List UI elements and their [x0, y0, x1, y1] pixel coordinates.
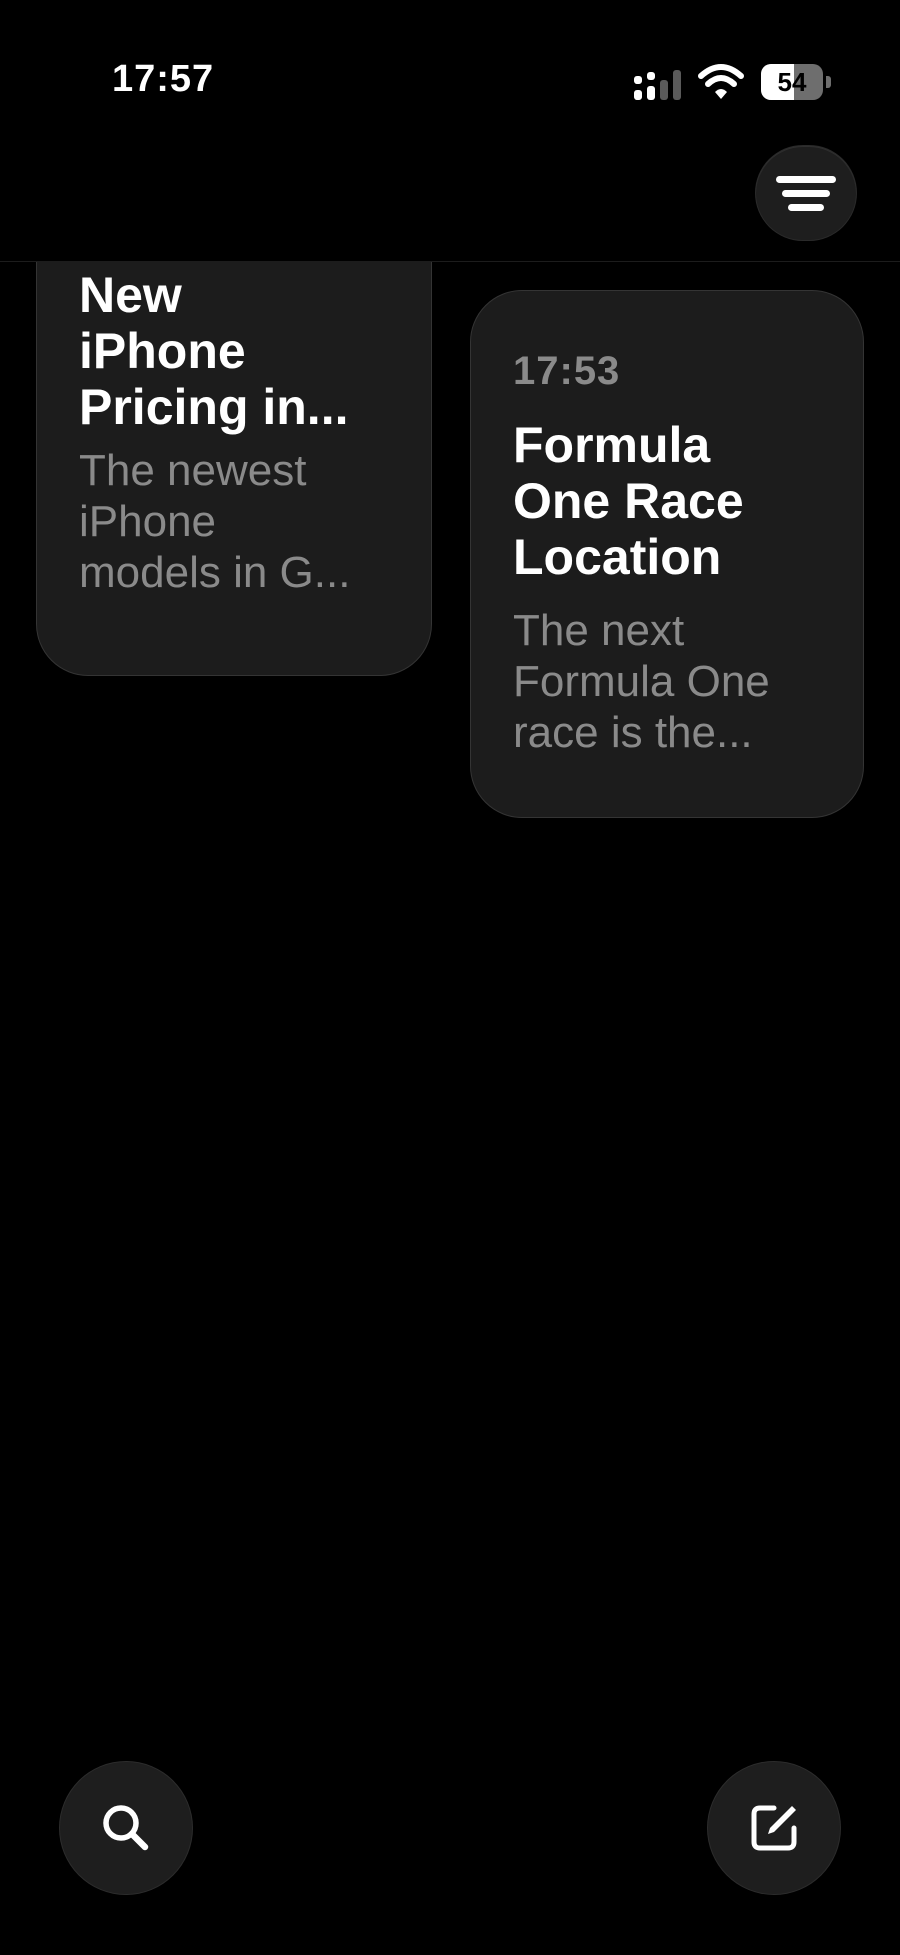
note-preview: The newest iPhone models in G...	[79, 446, 351, 597]
battery-percent: 54	[777, 67, 807, 97]
compose-button[interactable]	[708, 1762, 840, 1894]
note-title: New iPhone Pricing in...	[79, 267, 349, 435]
note-title: Formula One Race Location	[513, 417, 744, 585]
header: 17:57 54	[0, 0, 900, 262]
wifi-icon	[698, 64, 744, 99]
compose-icon	[751, 1805, 797, 1851]
notes-screen: 17:57 54 New iPhone Pricing in... The ne…	[0, 0, 900, 1955]
notes-grid: New iPhone Pricing in... The newest iPho…	[0, 262, 900, 1955]
search-button[interactable]	[60, 1762, 192, 1894]
cellular-signal-icon	[634, 70, 681, 100]
filter-button[interactable]	[756, 146, 856, 240]
status-bar: 17:57 54	[0, 0, 900, 160]
note-preview: The next Formula One race is the...	[513, 606, 770, 757]
search-icon	[103, 1805, 149, 1851]
note-time: 17:53	[513, 349, 621, 393]
battery-icon: 54	[761, 64, 831, 100]
note-card[interactable]: 17:53 Formula One Race Location The next…	[470, 290, 864, 818]
note-card[interactable]: New iPhone Pricing in... The newest iPho…	[36, 262, 432, 676]
status-time: 17:57	[112, 58, 215, 100]
